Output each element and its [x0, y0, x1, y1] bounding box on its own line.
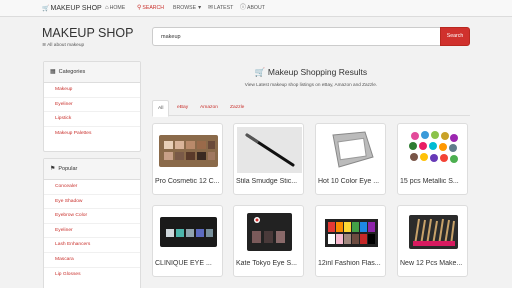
tab-amazon[interactable]: Amazon: [195, 100, 223, 116]
product-title: New 12 Pcs Make...: [400, 260, 463, 267]
category-item[interactable]: Eyeliner: [44, 98, 140, 113]
popular-item[interactable]: Eyeliner: [44, 224, 140, 239]
nav-browse[interactable]: BROWSE ▾: [173, 0, 202, 17]
product-image: [156, 209, 221, 255]
product-image: [401, 209, 466, 255]
list-icon: ▦: [50, 69, 56, 75]
product-image: [237, 127, 302, 173]
nav-home[interactable]: ⌂HOME: [105, 0, 125, 17]
brand-link[interactable]: 🛒MAKEUP SHOP: [42, 0, 102, 17]
envelope-icon: ✉: [208, 5, 214, 11]
product-title: CLINIQUE EYE ...: [155, 260, 212, 267]
product-image: [319, 209, 384, 255]
results-subtitle: View Latest makeup shop listings on eBay…: [244, 82, 378, 87]
tab-ebay[interactable]: eBay: [172, 100, 193, 116]
product-card[interactable]: 15 pcs Metallic S...: [397, 123, 468, 195]
product-card[interactable]: Hot 10 Color Eye ...: [315, 123, 386, 195]
popular-heading: ⚑ Popular: [44, 159, 140, 180]
category-item[interactable]: Makeup: [44, 83, 140, 98]
caret-down-icon: ▾: [198, 5, 202, 11]
product-card[interactable]: Kate Tokyo Eye S...: [233, 205, 304, 277]
results-title: 🛒 Makeup Shopping Results: [254, 67, 368, 77]
popular-item[interactable]: Eyebrow Color: [44, 209, 140, 224]
categories-panel: ▦ Categories Makeup Eyeliner Lipstick Mak…: [43, 61, 141, 152]
popular-item[interactable]: Concealer: [44, 180, 140, 195]
category-item[interactable]: Makeup Palettes: [44, 127, 140, 142]
product-card[interactable]: Stila Smudge Stic...: [233, 123, 304, 195]
site-subtitle: ≋ All about makeup: [42, 43, 85, 48]
home-icon: ⌂: [105, 5, 109, 11]
shopping-cart-icon: 🛒: [254, 67, 266, 77]
tab-all[interactable]: All: [152, 100, 170, 117]
nav-latest[interactable]: ✉LATEST: [208, 0, 233, 17]
top-navbar: 🛒MAKEUP SHOP ⌂HOME ⚲SEARCH BROWSE ▾ ✉LATE…: [0, 0, 512, 17]
rss-icon: ≋: [42, 43, 47, 48]
categories-heading: ▦ Categories: [44, 62, 140, 83]
product-image: [401, 127, 466, 173]
popular-panel: ⚑ Popular Concealer Eye Shadow Eyebrow Co…: [43, 158, 141, 288]
product-card[interactable]: CLINIQUE EYE ...: [152, 205, 223, 277]
product-card[interactable]: 12inl Fashion Flas...: [315, 205, 386, 277]
product-image: [237, 209, 302, 255]
product-card[interactable]: Pro Cosmetic 12 C...: [152, 123, 223, 195]
search-button[interactable]: Search: [440, 27, 470, 46]
info-icon: ⓘ: [240, 5, 247, 11]
product-title: 15 pcs Metallic S...: [400, 178, 459, 185]
product-title: 12inl Fashion Flas...: [318, 260, 381, 267]
product-title: Pro Cosmetic 12 C...: [155, 178, 220, 185]
product-title: Hot 10 Color Eye ...: [318, 178, 380, 185]
shopping-cart-icon: 🛒: [42, 6, 50, 12]
tab-zazzle[interactable]: Zazzle: [225, 100, 249, 116]
popular-item[interactable]: Lip Glosses: [44, 268, 140, 283]
site-title: MAKEUP SHOP: [42, 26, 134, 40]
product-image: [319, 127, 384, 173]
popular-item[interactable]: Eye Shadow: [44, 195, 140, 210]
popular-item[interactable]: Mascara: [44, 253, 140, 268]
nav-search[interactable]: ⚲SEARCH: [137, 0, 164, 17]
search-icon: ⚲: [137, 5, 142, 11]
search-input[interactable]: [152, 27, 440, 46]
product-title: Kate Tokyo Eye S...: [236, 260, 297, 267]
nav-about[interactable]: ⓘABOUT: [240, 0, 265, 17]
product-card[interactable]: New 12 Pcs Make...: [397, 205, 468, 277]
popular-item[interactable]: Lash Enhancers: [44, 238, 140, 253]
product-image: [156, 127, 221, 173]
category-item[interactable]: Lipstick: [44, 112, 140, 127]
product-title: Stila Smudge Stic...: [236, 178, 298, 185]
source-tabs: All eBay Amazon Zazzle: [152, 100, 470, 117]
tag-icon: ⚑: [50, 166, 56, 172]
